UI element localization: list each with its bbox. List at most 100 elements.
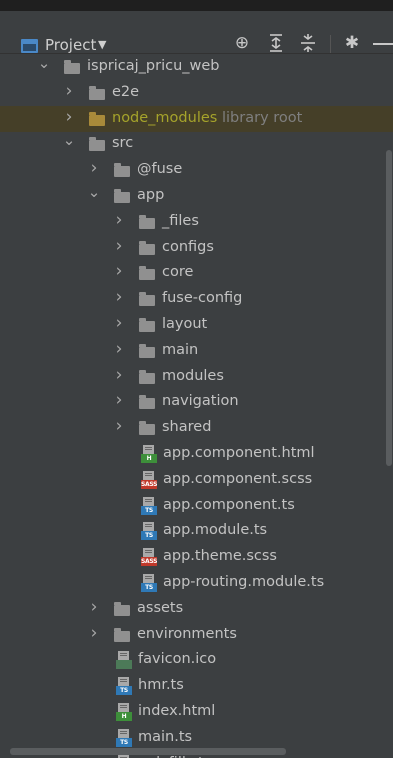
tree-folder-row[interactable]: › environments [0, 622, 393, 648]
collapse-all-icon[interactable] [296, 31, 320, 55]
gear-icon[interactable]: ✱ [340, 31, 364, 55]
tree-file-row[interactable]: Hindex.html [0, 699, 393, 725]
horizontal-scrollbar[interactable] [10, 748, 286, 755]
folder-icon [114, 627, 130, 642]
chevron-right-icon[interactable]: › [112, 237, 126, 254]
chevron-down-icon[interactable]: ⌄ [62, 133, 76, 148]
tree-folder-row[interactable]: ⌄ src [0, 131, 393, 157]
tree-item-label: src [112, 135, 134, 152]
folder-icon [139, 240, 155, 255]
chevron-right-icon[interactable]: › [112, 315, 126, 332]
folder-icon [139, 421, 155, 436]
tree-file-row[interactable]: TS app.module.ts [0, 518, 393, 544]
tree-item-label: polyfills.ts [138, 755, 211, 758]
chevron-right-icon[interactable]: › [112, 418, 126, 435]
tree-folder-row[interactable]: › e2e [0, 80, 393, 106]
tree-file-row[interactable]: TS main.ts [0, 725, 393, 751]
hide-icon[interactable] [373, 43, 393, 45]
tree-item-label: modules [162, 367, 224, 384]
chevron-right-icon[interactable]: › [112, 211, 126, 228]
tree-item-label: configs [162, 238, 214, 255]
folder-icon [139, 343, 155, 358]
tree-file-row[interactable]: TS hmr.ts [0, 673, 393, 699]
tree-file-row[interactable]: TS app.component.ts [0, 493, 393, 519]
folder-icon [114, 189, 130, 203]
ts-file-icon: TS [116, 728, 132, 747]
expand-all-icon[interactable] [264, 31, 288, 55]
chevron-right-icon[interactable]: › [112, 392, 126, 409]
folder-icon [114, 163, 130, 178]
tree-folder-row[interactable]: › @fuse [0, 157, 393, 183]
tree-item-label: _files [162, 212, 199, 229]
chevron-right-icon[interactable]: › [112, 263, 126, 280]
chevron-right-icon[interactable]: › [112, 289, 126, 306]
project-view-selector[interactable]: Project [45, 36, 96, 54]
tree-file-row[interactable]: SASS app.component.scss [0, 467, 393, 493]
chevron-right-icon[interactable]: › [112, 366, 126, 383]
tree-item-label: app.component.html [163, 445, 315, 461]
tree-folder-row[interactable]: › layout [0, 312, 393, 338]
tree-folder-row[interactable]: › main [0, 338, 393, 364]
chevron-right-icon[interactable]: › [87, 598, 101, 615]
tree-folder-row[interactable]: › navigation [0, 389, 393, 415]
sass-file-icon: SASS [141, 470, 157, 489]
chevron-right-icon[interactable]: › [62, 82, 76, 99]
project-window-icon [21, 39, 38, 53]
html-file-icon: H [141, 445, 157, 463]
tree-item-label: ispricaj_pricu_web [87, 58, 220, 74]
tree-item-label: app.component.ts [163, 496, 295, 513]
folder-icon [139, 369, 155, 384]
sass-file-icon: SASS [141, 548, 157, 567]
ico-file-icon [116, 651, 132, 670]
tree-folder-row[interactable]: › assets [0, 596, 393, 622]
tree-folder-row[interactable]: ⌄ ispricaj_pricu_web [0, 54, 393, 80]
chevron-right-icon[interactable]: › [112, 340, 126, 357]
ts-file-icon: TS [116, 754, 132, 758]
vertical-scrollbar[interactable] [386, 150, 392, 466]
tree-file-row[interactable]: favicon.ico [0, 647, 393, 673]
project-tree[interactable]: ⌄ ispricaj_pricu_web › e2e › node_modules libr… [0, 54, 393, 758]
chevron-down-icon[interactable]: ⌄ [87, 185, 101, 200]
tree-folder-row[interactable]: › core [0, 260, 393, 286]
tree-item-label: main [162, 341, 199, 358]
tree-item-label: app.component.scss [163, 470, 313, 487]
tree-folder-row[interactable]: › configs [0, 235, 393, 261]
tree-item-label: app.theme.scss [163, 548, 277, 565]
folder-icon [64, 60, 80, 74]
tree-folder-row[interactable]: › _files [0, 209, 393, 235]
folder-icon [139, 292, 155, 307]
chevron-right-icon[interactable]: › [87, 624, 101, 641]
tree-item-label: navigation [162, 393, 239, 410]
tree-item-label: shared [162, 419, 212, 436]
folder-icon [89, 85, 105, 100]
ts-file-icon: TS [141, 522, 157, 541]
tree-item-label: @fuse [137, 161, 183, 178]
project-toolbar: Project ▼ ⊕ ✱ [0, 11, 393, 54]
toolbar-separator [330, 35, 331, 53]
ts-file-icon: TS [141, 574, 157, 592]
tree-file-row[interactable]: SASS app.theme.scss [0, 544, 393, 570]
locate-icon[interactable]: ⊕ [230, 31, 254, 55]
chevron-right-icon[interactable]: › [87, 160, 101, 177]
tree-item-label: favicon.ico [138, 651, 217, 668]
tree-item-label: fuse-config [162, 290, 243, 307]
dropdown-caret-icon[interactable]: ▼ [98, 38, 106, 51]
tree-folder-row[interactable]: › node_modules library root [0, 105, 393, 132]
tree-item-label: hmr.ts [138, 677, 184, 694]
tree-file-row[interactable]: Happ.component.html [0, 441, 393, 467]
tree-item-label: environments [137, 625, 237, 642]
tree-item-label: e2e [112, 83, 140, 100]
tree-folder-row[interactable]: › modules [0, 364, 393, 390]
folder-icon [89, 137, 105, 152]
tree-file-row[interactable]: TS app-routing.module.ts [0, 570, 393, 596]
tree-item-label: core [162, 264, 194, 281]
tree-item-label: index.html [138, 703, 216, 719]
tree-folder-row[interactable]: ⌄ app [0, 183, 393, 209]
tree-folder-row[interactable]: › shared [0, 415, 393, 441]
tree-item-label: main.ts [138, 728, 193, 745]
tree-item-label: node_modules [112, 109, 218, 126]
chevron-right-icon[interactable]: › [62, 108, 76, 125]
chevron-down-icon[interactable]: ⌄ [37, 56, 51, 71]
tree-folder-row[interactable]: › fuse-config [0, 286, 393, 312]
tree-item-label: app.module.ts [163, 522, 268, 539]
